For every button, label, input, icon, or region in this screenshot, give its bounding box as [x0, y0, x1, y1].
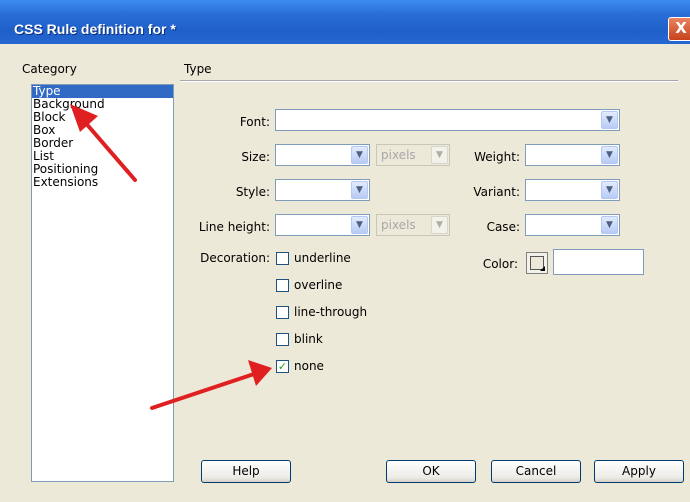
cancel-button[interactable]: Cancel: [491, 460, 581, 483]
category-label: Category: [22, 62, 77, 76]
window-title: CSS Rule definition for *: [14, 21, 176, 37]
style-select[interactable]: ▼: [275, 179, 370, 201]
decoration-label: Decoration:: [200, 251, 270, 265]
line-through-checkbox-label: line-through: [294, 305, 368, 319]
category-item-extensions[interactable]: Extensions: [32, 176, 173, 189]
size-label: Size:: [241, 150, 270, 164]
chevron-down-icon[interactable]: ▼: [601, 146, 618, 164]
apply-button[interactable]: Apply: [594, 460, 684, 483]
line-height-unit-value: pixels: [381, 218, 416, 232]
size-unit-value: pixels: [381, 148, 416, 162]
close-icon: X: [675, 19, 687, 37]
color-label: Color:: [482, 257, 518, 271]
chevron-down-icon[interactable]: ▼: [351, 181, 368, 199]
section-title: Type: [184, 62, 212, 76]
ok-button[interactable]: OK: [386, 460, 476, 483]
chevron-down-icon[interactable]: ▼: [601, 111, 618, 129]
color-picker-button[interactable]: [526, 252, 548, 274]
variant-select[interactable]: ▼: [525, 179, 620, 201]
line-through-checkbox[interactable]: [276, 306, 289, 319]
line-height-label: Line height:: [198, 220, 270, 234]
chevron-down-icon[interactable]: ▼: [351, 146, 368, 164]
size-select[interactable]: ▼: [275, 144, 370, 166]
chevron-down-icon[interactable]: ▼: [601, 216, 618, 234]
color-input[interactable]: [553, 249, 644, 275]
chevron-down-icon[interactable]: ▼: [601, 181, 618, 199]
blink-checkbox[interactable]: [276, 333, 289, 346]
category-list[interactable]: Type Background Block Box Border List Po…: [31, 84, 174, 482]
none-checkbox-label: none: [294, 359, 324, 373]
help-button[interactable]: Help: [201, 460, 291, 483]
title-bar[interactable]: CSS Rule definition for * X: [0, 0, 690, 44]
underline-checkbox[interactable]: [276, 252, 289, 265]
font-label: Font:: [239, 115, 270, 129]
font-select[interactable]: ▼: [275, 109, 620, 131]
blink-checkbox-label: blink: [294, 332, 323, 346]
weight-label: Weight:: [474, 150, 520, 164]
section-divider: [180, 80, 678, 82]
checkmark-icon: ✓: [277, 360, 288, 373]
close-button[interactable]: X: [668, 17, 690, 41]
weight-select[interactable]: ▼: [525, 144, 620, 166]
chevron-down-icon[interactable]: ▼: [351, 216, 368, 234]
style-label: Style:: [235, 185, 270, 199]
color-picker-triangle-icon: [540, 266, 545, 271]
variant-label: Variant:: [473, 185, 520, 199]
underline-checkbox-label: underline: [294, 251, 351, 265]
overline-checkbox[interactable]: [276, 279, 289, 292]
case-select[interactable]: ▼: [525, 214, 620, 236]
case-label: Case:: [486, 220, 520, 234]
line-height-select[interactable]: ▼: [275, 214, 370, 236]
overline-checkbox-label: overline: [294, 278, 343, 292]
none-checkbox[interactable]: ✓: [276, 360, 289, 373]
